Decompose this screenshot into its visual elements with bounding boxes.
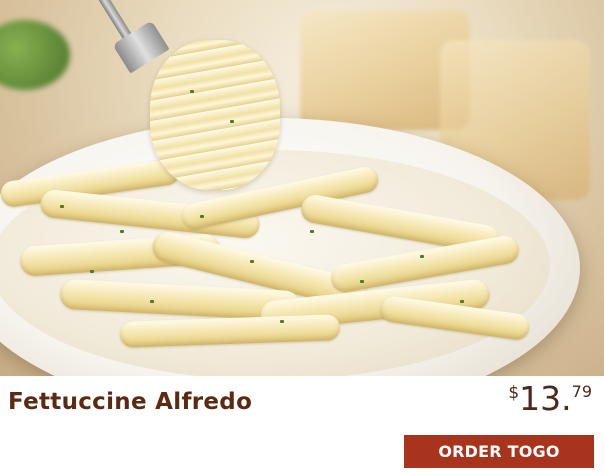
parsley-fleck <box>200 215 204 218</box>
parsley-fleck <box>460 300 464 303</box>
parsley-fleck <box>420 255 424 258</box>
parsley-fleck <box>60 205 64 208</box>
dish-photo <box>0 0 604 376</box>
price-currency: $ <box>508 383 520 403</box>
parsley-fleck <box>190 90 194 93</box>
parsley-fleck <box>120 230 124 233</box>
herb-garnish-background <box>0 20 70 90</box>
menu-item-card: Fettuccine Alfredo $13.79 ORDER TOGO <box>0 0 604 474</box>
order-togo-button[interactable]: ORDER TOGO <box>404 435 594 468</box>
parsley-fleck <box>250 260 254 263</box>
price-cents: 79 <box>571 382 592 401</box>
dish-price: $13.79 <box>508 382 592 415</box>
parsley-fleck <box>150 300 154 303</box>
parsley-fleck <box>360 280 364 283</box>
parsley-fleck <box>310 230 314 233</box>
parsley-fleck <box>280 320 284 323</box>
pasta-twirl-on-fork <box>150 40 280 190</box>
dish-title: Fettuccine Alfredo <box>8 389 253 415</box>
parsley-fleck <box>230 120 234 123</box>
price-dollars: 13. <box>519 379 572 418</box>
parsley-fleck <box>90 270 94 273</box>
